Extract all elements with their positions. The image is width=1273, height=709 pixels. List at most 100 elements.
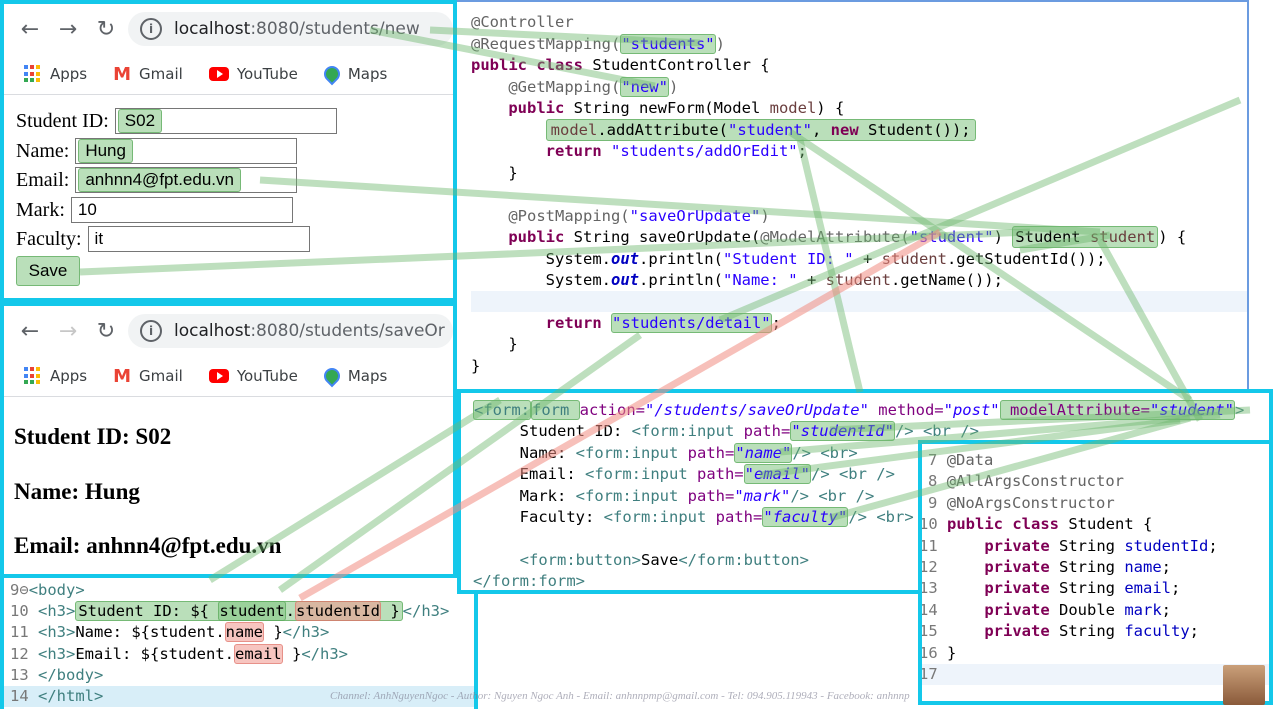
site-info-icon[interactable]: i: [140, 18, 162, 40]
form-row-email: Email: anhnn4@fpt.edu.vn: [16, 167, 298, 193]
name-input[interactable]: Hung: [75, 138, 298, 164]
code-line: 10 <h3> Student ID: ${ student.studentId …: [10, 601, 450, 621]
code-line: 10 public class Student {: [919, 515, 1153, 533]
bookmark-label: YouTube: [236, 65, 298, 83]
code-line: return "students/addOrEdit";: [545, 142, 807, 160]
student-id-input[interactable]: S02: [114, 108, 337, 134]
reload-icon[interactable]: ↻: [90, 13, 122, 45]
bookmark-label: Maps: [347, 65, 388, 83]
faculty-label: Faculty:: [16, 227, 82, 250]
address-bar[interactable]: i localhost:8080/students/new: [128, 12, 453, 46]
name-label: Name:: [16, 139, 70, 162]
code-line: 14 private Double mark;: [919, 601, 1171, 619]
name-value: Hung: [78, 139, 133, 163]
mark-input[interactable]: 10: [70, 197, 293, 223]
code-line: @GetMapping("new"): [508, 77, 679, 97]
maps-pin-icon: [320, 62, 344, 86]
student-id-value: S02: [117, 109, 163, 133]
code-line: public String saveOrUpdate(@ModelAttribu…: [508, 226, 1187, 248]
form-row-mark: Mark: 10: [16, 197, 293, 223]
code-line: 13 private String email;: [919, 579, 1181, 597]
code-line: 15 private String faculty;: [919, 622, 1199, 640]
code-line: public class StudentController {: [471, 56, 770, 74]
code-line: 8 @AllArgsConstructor: [928, 472, 1124, 490]
browser-toolbar: ← → ↻ i localhost:8080/students/new: [4, 4, 453, 54]
code-line: 11 <h3>Name: ${student.name }</h3>: [10, 622, 330, 642]
bookmark-maps[interactable]: Maps: [320, 364, 387, 388]
email-input[interactable]: anhnn4@fpt.edu.vn: [75, 167, 298, 193]
presenter-avatar: [1223, 665, 1265, 705]
code-line: 9 @NoArgsConstructor: [928, 494, 1115, 512]
form-row-name: Name: Hung: [16, 138, 298, 164]
gmail-icon: M: [113, 63, 132, 85]
back-arrow-icon[interactable]: ←: [14, 13, 46, 45]
code-line: @RequestMapping("students"): [471, 34, 725, 54]
url-host: localhost: [174, 321, 251, 341]
code-line-current: [471, 291, 1247, 313]
apps-grid-icon: [24, 367, 42, 385]
watermark: Channel: AnhNguyenNgoc - Author: Nguyen …: [330, 690, 910, 702]
jsp-code-panel: 9⊖<body> 10 <h3> Student ID: ${ student.s…: [0, 574, 478, 709]
reload-icon[interactable]: ↻: [90, 315, 122, 347]
youtube-icon: [208, 369, 229, 383]
url-host: localhost: [174, 19, 251, 39]
code-line: 7 @Data: [928, 451, 994, 469]
bookmark-youtube[interactable]: YouTube: [208, 65, 298, 83]
code-line: }: [471, 357, 481, 375]
student-class-panel: 7 @Data 8 @AllArgsConstructor 9 @NoArgsC…: [918, 440, 1273, 705]
bookmarks-bar: Apps M Gmail YouTube Maps: [4, 54, 453, 95]
detail-student-id: Student ID: S02: [14, 424, 172, 449]
forward-arrow-icon[interactable]: →: [52, 13, 84, 45]
bookmark-gmail[interactable]: M Gmail: [113, 366, 183, 387]
student-id-label: Student ID:: [16, 109, 109, 132]
site-info-icon[interactable]: i: [140, 320, 162, 342]
maps-pin-icon: [320, 364, 344, 388]
code-line: 9⊖<body>: [10, 581, 85, 599]
bookmark-label: Gmail: [139, 65, 183, 83]
controller-code-panel: @Controller @RequestMapping("students") …: [457, 0, 1249, 392]
youtube-icon: [208, 67, 229, 81]
email-value: anhnn4@fpt.edu.vn: [78, 168, 241, 192]
code-line: }: [508, 164, 518, 182]
save-button[interactable]: Save: [16, 256, 80, 286]
back-arrow-icon[interactable]: ←: [14, 315, 46, 347]
browser-window-detail: ← → ↻ i localhost:8080/students/saveOr A…: [0, 302, 457, 580]
code-line: 16 }: [919, 644, 957, 662]
bookmark-youtube[interactable]: YouTube: [208, 367, 298, 385]
bookmark-label: YouTube: [236, 367, 298, 385]
code-line: @PostMapping("saveOrUpdate"): [508, 207, 770, 225]
bookmark-label: Apps: [50, 65, 88, 83]
bookmark-label: Apps: [50, 367, 88, 385]
bookmark-apps[interactable]: Apps: [24, 65, 87, 83]
address-bar[interactable]: i localhost:8080/students/saveOr: [128, 314, 453, 348]
gmail-icon: M: [113, 365, 132, 387]
code-line: 11 private String studentId;: [919, 537, 1218, 555]
form-row-student-id: Student ID: S02: [16, 108, 337, 134]
code-line: System.out.println("Name: " + student.ge…: [545, 271, 1003, 289]
url-path: :8080/students/saveOr: [250, 321, 445, 341]
url-path: :8080/students/new: [250, 19, 420, 39]
bookmark-maps[interactable]: Maps: [320, 62, 388, 86]
code-line: 12 <h3>Email: ${student.email }</h3>: [10, 644, 348, 664]
code-line: @Controller: [471, 13, 574, 31]
code-line: }: [508, 335, 518, 353]
bookmark-gmail[interactable]: M Gmail: [113, 64, 183, 85]
code-line: model.addAttribute("student", new Studen…: [471, 119, 1247, 141]
detail-name: Name: Hung: [14, 479, 140, 504]
bookmark-apps[interactable]: Apps: [24, 367, 87, 385]
detail-email: Email: anhnn4@fpt.edu.vn: [14, 533, 282, 558]
bookmarks-bar: Apps M Gmail YouTube Maps: [4, 356, 453, 397]
mark-label: Mark:: [16, 198, 65, 221]
code-line: return "students/detail";: [545, 313, 781, 333]
form-row-faculty: Faculty: it: [16, 226, 310, 252]
code-line: 13 </body>: [10, 666, 104, 684]
apps-grid-icon: [24, 65, 42, 83]
email-label: Email:: [16, 168, 70, 191]
bookmark-label: Gmail: [139, 367, 183, 385]
code-line: <form: form action="/students/saveOrUpdat…: [473, 400, 1245, 420]
browser-toolbar: ← → ↻ i localhost:8080/students/saveOr: [4, 306, 453, 356]
browser-window-new: ← → ↻ i localhost:8080/students/new Apps…: [0, 0, 457, 302]
forward-arrow-icon[interactable]: →: [52, 315, 84, 347]
faculty-input[interactable]: it: [87, 226, 310, 252]
code-line-current: 17: [922, 664, 1269, 686]
